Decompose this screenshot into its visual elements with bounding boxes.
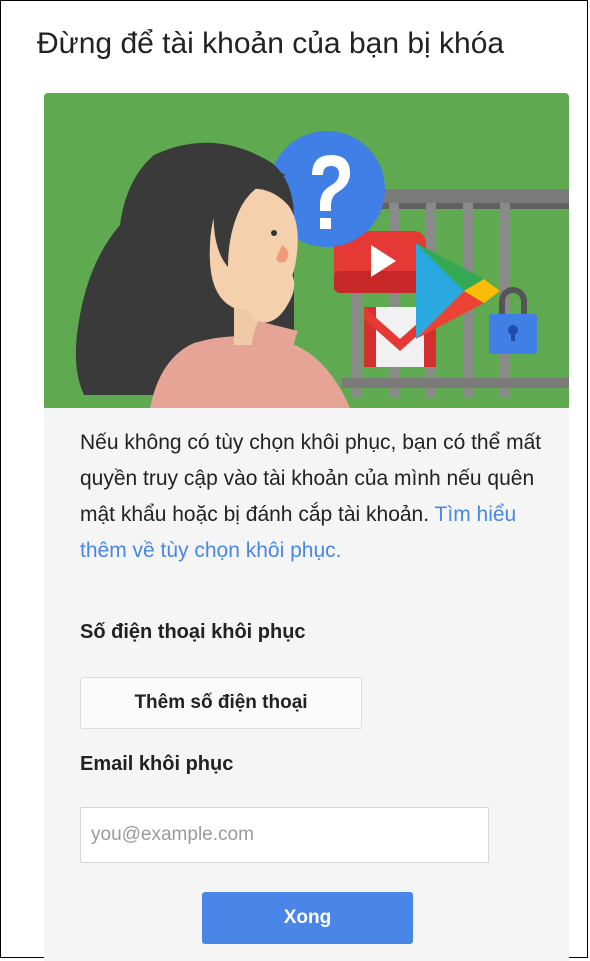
- add-phone-button[interactable]: Thêm số điện thoại: [80, 677, 362, 729]
- dialog-frame: Đừng để tài khoản của bạn bị khóa Nếu kh…: [0, 0, 588, 961]
- recovery-card: Nếu không có tùy chọn khôi phục, bạn có …: [44, 93, 569, 961]
- page-title: Đừng để tài khoản của bạn bị khóa: [37, 27, 505, 60]
- recovery-email-input[interactable]: [80, 807, 489, 863]
- done-button[interactable]: Xong: [202, 892, 413, 944]
- recovery-phone-label: Số điện thoại khôi phục: [80, 621, 306, 643]
- recovery-email-label: Email khôi phục: [80, 753, 234, 775]
- illustration-svg: [75, 131, 569, 408]
- padlock-icon: [489, 287, 537, 354]
- recovery-description: Nếu không có tùy chọn khôi phục, bạn có …: [80, 425, 550, 569]
- hero-illustration: [44, 93, 569, 408]
- play-store-icon: [416, 243, 500, 339]
